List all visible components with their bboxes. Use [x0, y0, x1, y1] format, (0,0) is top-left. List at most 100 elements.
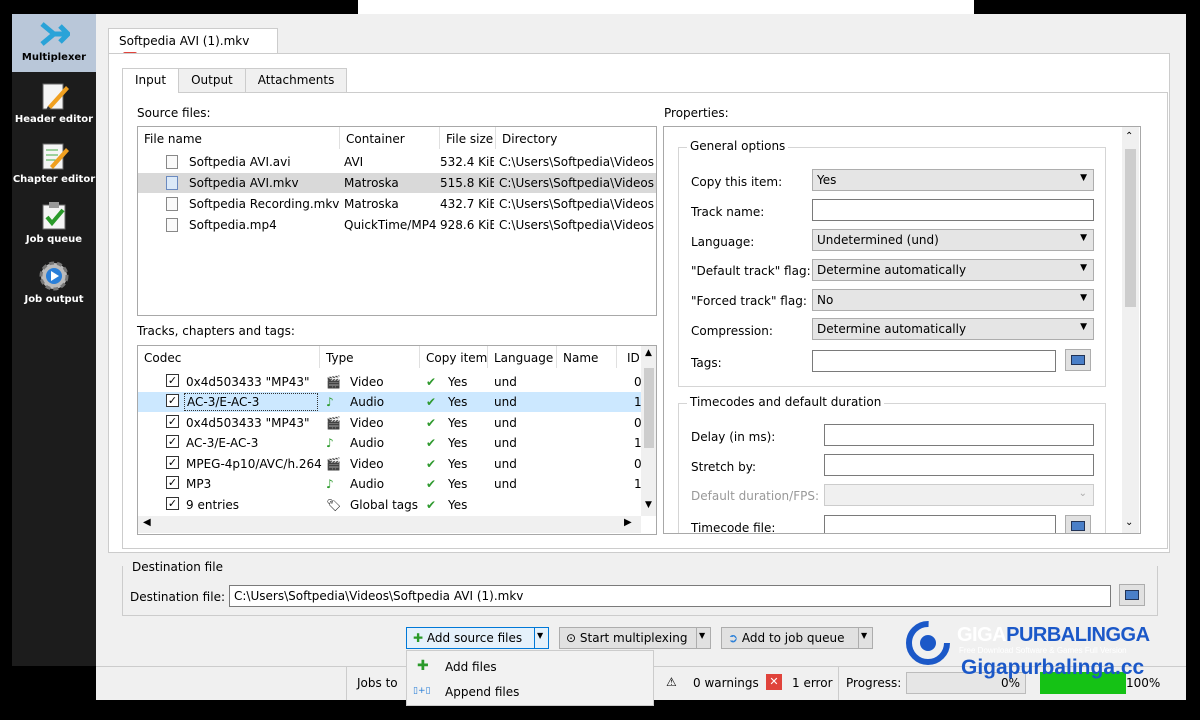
column-header-id[interactable]: ID	[617, 346, 641, 368]
track-checkbox[interactable]: ✓	[166, 435, 179, 448]
track-checkbox[interactable]: ✓	[166, 456, 179, 469]
list-item[interactable]: Softpedia AVI.mkv Matroska 515.8 KiB C:\…	[138, 173, 656, 193]
track-checkbox[interactable]: ✓	[166, 394, 179, 407]
sidebar-item-job-queue[interactable]: Job queue	[12, 196, 96, 254]
tracks-list[interactable]: Codec Type Copy item Language Name ID ✓ …	[137, 345, 657, 535]
default-duration-select: ⌄	[824, 484, 1094, 506]
tab-attachments[interactable]: Attachments	[244, 68, 348, 92]
column-header-type[interactable]: Type	[320, 346, 420, 368]
vertical-scrollbar[interactable]: ▲ ▼	[641, 346, 656, 516]
start-multiplexing-button[interactable]: ⊙ Start multiplexing	[559, 627, 697, 649]
job-queue-dropdown-button[interactable]: ▼	[858, 627, 873, 649]
browse-timecode-button[interactable]	[1065, 515, 1091, 533]
table-row[interactable]: ✓ MP3 ♪ Audio ✔ Yes und 1	[138, 474, 642, 494]
track-name-input[interactable]	[812, 199, 1094, 221]
default-flag-select[interactable]: Determine automatically ▼	[812, 259, 1094, 281]
column-header-file-size[interactable]: File size	[440, 127, 496, 149]
sidebar-item-chapter-editor[interactable]: Chapter editor	[12, 136, 96, 194]
sidebar-item-label: Job queue	[25, 234, 83, 245]
scroll-down-icon[interactable]: ⌄	[1125, 517, 1133, 528]
scroll-right-icon[interactable]: ▶	[624, 517, 632, 528]
track-checkbox[interactable]: ✓	[166, 476, 179, 489]
horizontal-scrollbar[interactable]: ◀ ▶	[138, 516, 641, 533]
language-select[interactable]: Undetermined (und) ▼	[812, 229, 1094, 251]
file-directory: C:\Users\Softpedia\Videos	[499, 176, 655, 190]
delay-input[interactable]	[824, 424, 1094, 446]
track-checkbox[interactable]: ✓	[166, 374, 179, 387]
column-header-codec[interactable]: Codec	[138, 346, 320, 368]
add-source-files-button[interactable]: ✚ Add source files	[406, 627, 542, 649]
track-copy: Yes	[448, 375, 468, 389]
start-dropdown-button[interactable]: ▼	[696, 627, 711, 649]
watermark-tagline: Free Download Software & Games Full Vers…	[959, 646, 1127, 655]
scroll-up-icon[interactable]: ⌃	[1125, 131, 1133, 142]
chevron-down-icon: ▼	[1080, 233, 1087, 243]
table-row[interactable]: ✓ MPEG-4p10/AVC/h.264 🎬 Video ✔ Yes und …	[138, 454, 642, 474]
list-item[interactable]: Softpedia AVI.avi AVI 532.4 KiB C:\Users…	[138, 152, 656, 172]
source-files-list[interactable]: File name Container File size Directory …	[137, 126, 657, 316]
column-header-name[interactable]: Name	[557, 346, 617, 368]
column-header-directory[interactable]: Directory	[496, 127, 656, 149]
frame-edge	[0, 706, 250, 720]
file-container: AVI	[344, 155, 364, 169]
folder-icon	[1071, 521, 1085, 531]
add-to-job-queue-button[interactable]: ➲ Add to job queue	[721, 627, 859, 649]
scroll-left-icon[interactable]: ◀	[143, 517, 151, 528]
column-header-copy-item[interactable]: Copy item	[420, 346, 488, 368]
track-checkbox[interactable]: ✓	[166, 497, 179, 510]
tab-input[interactable]: Input	[122, 68, 180, 93]
scrollbar-thumb[interactable]	[644, 368, 654, 448]
compression-select[interactable]: Determine automatically ▼	[812, 318, 1094, 340]
file-name: Softpedia AVI.avi	[189, 155, 291, 169]
copy-item-select[interactable]: Yes ▼	[812, 169, 1094, 191]
track-type: Video	[350, 457, 384, 471]
browse-tags-button[interactable]	[1065, 349, 1091, 371]
properties-scrollbar[interactable]: ⌃ ⌄	[1122, 127, 1139, 533]
add-source-dropdown-button[interactable]: ▼	[534, 627, 549, 649]
track-copy: Yes	[448, 436, 468, 450]
document-tab[interactable]: Softpedia AVI (1).mkv✕	[108, 28, 278, 66]
scroll-up-icon[interactable]: ▲	[645, 348, 652, 358]
table-row[interactable]: ✓ 9 entries 🏷 Global tags ✔ Yes	[138, 495, 641, 515]
scroll-down-icon[interactable]: ▼	[645, 500, 652, 510]
track-type: Video	[350, 375, 384, 389]
stretch-label: Stretch by:	[691, 460, 756, 474]
add-icon: ✚	[417, 658, 429, 674]
watermark-logo: GIGAPURBALINGGA Free Download Software &…	[905, 620, 1175, 692]
tags-input[interactable]	[812, 350, 1056, 372]
tab-output[interactable]: Output	[178, 68, 246, 92]
list-item[interactable]: Softpedia Recording.mkv Matroska 432.7 K…	[138, 194, 656, 214]
table-row[interactable]: ✓ 0x4d503433 "MP43" 🎬 Video ✔ Yes und 0	[138, 413, 642, 433]
multiplexer-icon	[40, 22, 70, 46]
check-icon: ✔	[426, 416, 437, 430]
list-item[interactable]: Softpedia.mp4 QuickTime/MP4 928.6 KiB C:…	[138, 215, 656, 235]
stretch-input[interactable]	[824, 454, 1094, 476]
timecode-file-input[interactable]	[824, 515, 1056, 533]
menu-item-add-files[interactable]: ✚ Add files	[407, 655, 653, 679]
track-checkbox[interactable]: ✓	[166, 415, 179, 428]
track-codec: 0x4d503433 "MP43"	[186, 416, 310, 430]
table-row[interactable]: ✓ AC-3/E-AC-3 ♪ Audio ✔ Yes und 1	[138, 392, 642, 412]
chevron-down-icon: ⌄	[1078, 488, 1087, 499]
column-header-container[interactable]: Container	[340, 127, 440, 149]
file-size: 928.6 KiB	[440, 218, 494, 232]
sidebar-item-multiplexer[interactable]: Multiplexer	[12, 14, 96, 72]
table-row[interactable]: ✓ 0x4d503433 "MP43" 🎬 Video ✔ Yes und 0	[138, 372, 642, 392]
table-row[interactable]: ✓ AC-3/E-AC-3 ♪ Audio ✔ Yes und 1	[138, 433, 642, 453]
destination-input[interactable]: C:\Users\Softpedia\Videos\Softpedia AVI …	[229, 585, 1111, 607]
file-icon	[166, 176, 178, 191]
tag-icon: 🏷	[326, 498, 342, 512]
track-type: Audio	[350, 395, 385, 409]
chevron-down-icon: ▼	[1080, 263, 1087, 273]
browse-destination-button[interactable]	[1119, 584, 1145, 606]
menu-item-append-files[interactable]: ▯+▯ Append files	[407, 680, 653, 704]
file-directory: C:\Users\Softpedia\Videos	[499, 218, 655, 232]
column-header-language[interactable]: Language	[488, 346, 557, 368]
forced-flag-select[interactable]: No ▼	[812, 289, 1094, 311]
errors-count: 1 error	[792, 676, 833, 690]
file-directory: C:\Users\Softpedia\Videos	[499, 197, 655, 211]
scrollbar-thumb[interactable]	[1125, 149, 1136, 307]
sidebar-item-job-output[interactable]: Job output	[12, 256, 96, 314]
column-header-file-name[interactable]: File name	[138, 127, 340, 149]
sidebar-item-header-editor[interactable]: Header editor	[12, 76, 96, 134]
